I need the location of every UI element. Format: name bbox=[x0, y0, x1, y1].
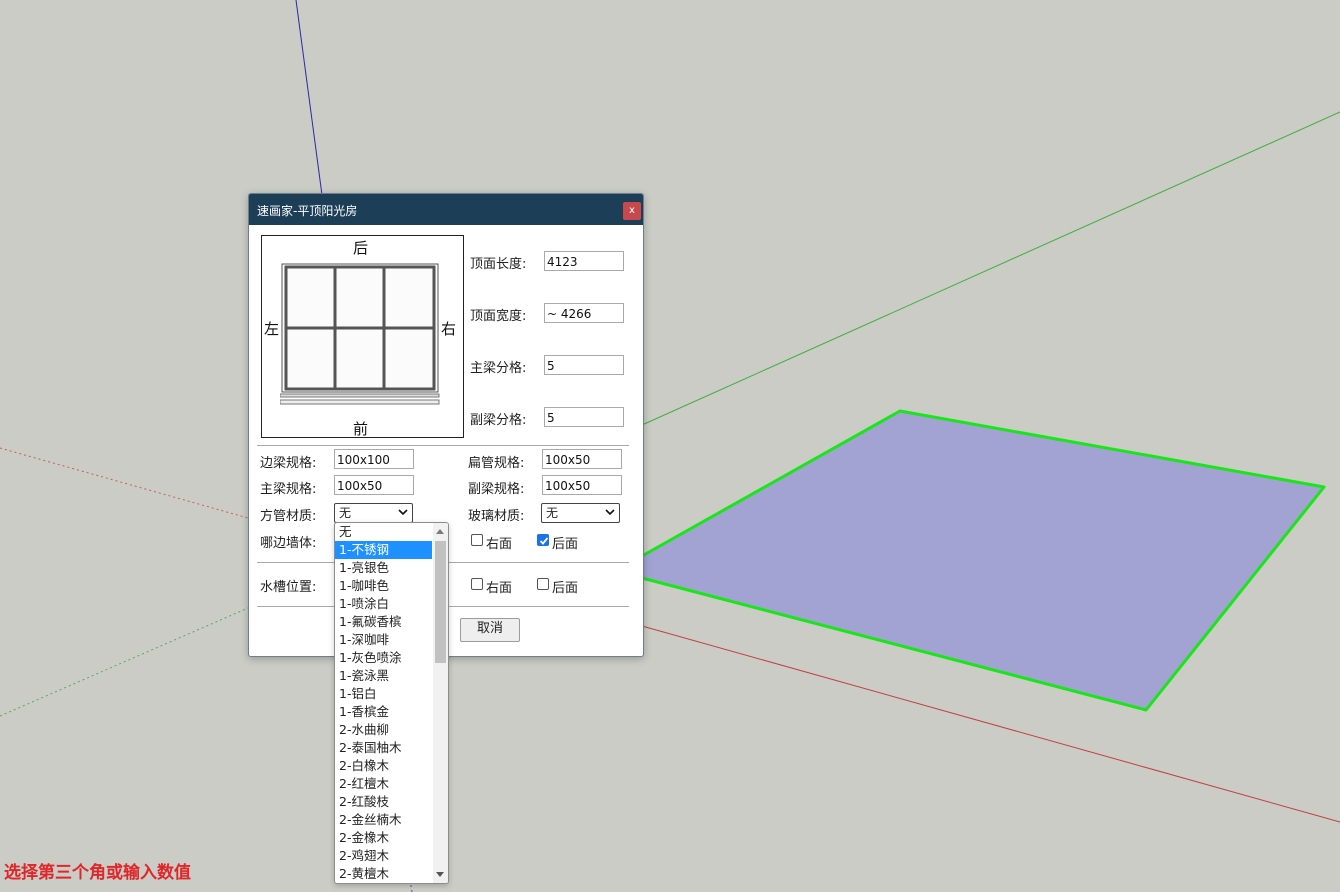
preview-front-label: 前 bbox=[353, 420, 369, 438]
flat-tube-spec-input[interactable]: 100x50 bbox=[542, 449, 622, 469]
dropdown-option[interactable]: 1-深咖啡 bbox=[335, 631, 432, 649]
red-axis-dotted bbox=[0, 447, 249, 519]
flat-tube-spec-label: 扁管规格: bbox=[468, 456, 525, 471]
wall-right-label: 右面 bbox=[486, 537, 513, 552]
chevron-down-icon bbox=[605, 509, 615, 516]
divider-1 bbox=[257, 445, 629, 446]
material-dropdown-list[interactable]: 无 1-不锈钢 1-亮银色 1-咖啡色 1-喷涂白 1-氟碳香槟 1-深咖啡 1-灰色喷涂 1-… bbox=[334, 522, 449, 884]
dropdown-option[interactable]: 1-亮银色 bbox=[335, 559, 432, 577]
dropdown-option[interactable]: 2-红酸枝 bbox=[335, 793, 432, 811]
top-width-label: 顶面宽度: bbox=[470, 309, 527, 324]
dropdown-option[interactable]: 1-氟碳香槟 bbox=[335, 613, 432, 631]
wall-back-label: 后面 bbox=[552, 537, 579, 552]
cancel-button[interactable]: 取消 bbox=[460, 618, 520, 642]
checkmark-icon bbox=[539, 537, 549, 545]
glass-material-select[interactable]: 无 bbox=[541, 503, 620, 523]
chevron-down-icon bbox=[398, 509, 408, 516]
sub-beam-div-label: 副梁分格: bbox=[470, 413, 527, 428]
dropdown-option[interactable]: 1-灰色喷涂 bbox=[335, 649, 432, 667]
sub-beam-div-input[interactable]: 5 bbox=[544, 407, 624, 427]
main-beam-div-input[interactable]: 5 bbox=[544, 355, 624, 375]
dropdown-option[interactable]: 2-金橡木 bbox=[335, 829, 432, 847]
dialog-title: 速画家-平顶阳光房 bbox=[257, 204, 358, 218]
dropdown-option[interactable]: 2-泰国柚木 bbox=[335, 739, 432, 757]
dropdown-option[interactable]: 1-咖啡色 bbox=[335, 577, 432, 595]
preview-back-label: 后 bbox=[353, 239, 369, 257]
edge-beam-spec-input[interactable]: 100x100 bbox=[334, 449, 414, 469]
scrollbar-thumb[interactable] bbox=[435, 541, 446, 663]
roof-plane[interactable] bbox=[640, 409, 1326, 712]
gutter-back-label: 后面 bbox=[552, 581, 579, 596]
dropdown-option[interactable]: 无 bbox=[335, 523, 432, 541]
dropdown-option[interactable]: 2-金丝楠木 bbox=[335, 811, 432, 829]
dropdown-option[interactable]: 1-喷涂白 bbox=[335, 595, 432, 613]
status-prompt: 选择第三个角或输入数值 bbox=[4, 863, 191, 883]
preview-left-label: 左 bbox=[264, 320, 280, 338]
top-length-label: 顶面长度: bbox=[470, 257, 527, 272]
sub-beam-spec-label: 副梁规格: bbox=[468, 482, 525, 497]
dropdown-option[interactable]: 2-水曲柳 bbox=[335, 721, 432, 739]
dropdown-option[interactable]: 1-不锈钢 bbox=[335, 541, 432, 559]
dropdown-option[interactable]: 2-白橡木 bbox=[335, 757, 432, 775]
dropdown-scrollbar[interactable] bbox=[433, 523, 448, 883]
wall-right-checkbox[interactable] bbox=[471, 534, 483, 546]
layout-preview: 后 前 左 右 bbox=[261, 235, 464, 438]
dropdown-option[interactable]: 2-红檀木 bbox=[335, 775, 432, 793]
viewport-canvas[interactable] bbox=[0, 0, 1340, 892]
glass-material-value: 无 bbox=[546, 506, 559, 520]
titlebar[interactable]: 速画家-平顶阳光房 x bbox=[249, 194, 643, 225]
dropdown-option[interactable]: 1-铝白 bbox=[335, 685, 432, 703]
preview-right-label: 右 bbox=[441, 320, 457, 338]
close-button[interactable]: x bbox=[623, 202, 641, 220]
square-tube-material-select[interactable]: 无 bbox=[334, 503, 413, 523]
dropdown-option[interactable]: 1-瓷泳黑 bbox=[335, 667, 432, 685]
blue-axis bbox=[295, 0, 323, 196]
main-beam-div-label: 主梁分格: bbox=[470, 361, 527, 376]
roof-grid-icon bbox=[280, 263, 440, 405]
dropdown-option[interactable]: 1-香槟金 bbox=[335, 703, 432, 721]
gutter-right-checkbox[interactable] bbox=[471, 578, 483, 590]
dropdown-options: 无 1-不锈钢 1-亮银色 1-咖啡色 1-喷涂白 1-氟碳香槟 1-深咖啡 1-灰色喷涂 1-… bbox=[335, 523, 432, 883]
wall-side-label: 哪边墙体: bbox=[260, 536, 317, 551]
dropdown-option[interactable]: 2-黄檀木 bbox=[335, 865, 432, 883]
scroll-up-icon[interactable] bbox=[436, 529, 444, 534]
square-tube-material-label: 方管材质: bbox=[260, 509, 317, 524]
top-width-input[interactable]: ~ 4266 bbox=[544, 303, 624, 323]
wall-back-checkbox[interactable] bbox=[537, 534, 549, 546]
sub-beam-spec-input[interactable]: 100x50 bbox=[542, 475, 622, 495]
square-tube-material-value: 无 bbox=[339, 506, 352, 520]
scroll-down-icon[interactable] bbox=[436, 872, 444, 877]
gutter-back-checkbox[interactable] bbox=[537, 578, 549, 590]
gutter-right-label: 右面 bbox=[486, 581, 513, 596]
gutter-position-label: 水槽位置: bbox=[260, 580, 317, 595]
green-axis-dotted bbox=[0, 607, 249, 717]
edge-beam-spec-label: 边梁规格: bbox=[260, 456, 317, 471]
main-beam-spec-label: 主梁规格: bbox=[260, 482, 317, 497]
main-beam-spec-input[interactable]: 100x50 bbox=[334, 475, 414, 495]
top-length-input[interactable]: 4123 bbox=[544, 251, 624, 271]
green-axis bbox=[641, 111, 1340, 426]
glass-material-label: 玻璃材质: bbox=[468, 509, 525, 524]
dropdown-option[interactable]: 2-鸡翅木 bbox=[335, 847, 432, 865]
